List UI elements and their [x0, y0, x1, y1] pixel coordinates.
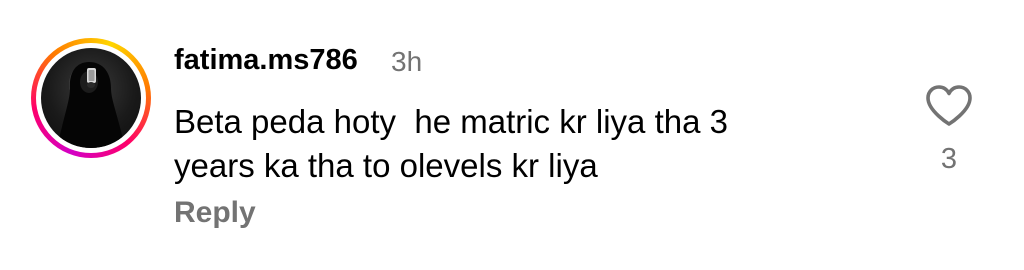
comment-text: Beta peda hoty he matric kr liya tha 3 y…	[174, 103, 728, 184]
avatar-image	[57, 62, 125, 148]
comment-username[interactable]: fatima.ms786	[174, 44, 358, 77]
avatar-ring-gap	[36, 43, 146, 153]
comment-timestamp: 3h	[391, 46, 423, 77]
like-count: 3	[940, 143, 958, 175]
heart-outline-icon	[926, 85, 972, 126]
story-ring[interactable]	[31, 38, 151, 158]
avatar[interactable]	[41, 48, 141, 148]
comment-item: fatima.ms786 3h Beta peda hoty he matric…	[0, 0, 1024, 270]
like-button[interactable]	[924, 84, 974, 128]
reply-button[interactable]: Reply	[174, 196, 256, 230]
